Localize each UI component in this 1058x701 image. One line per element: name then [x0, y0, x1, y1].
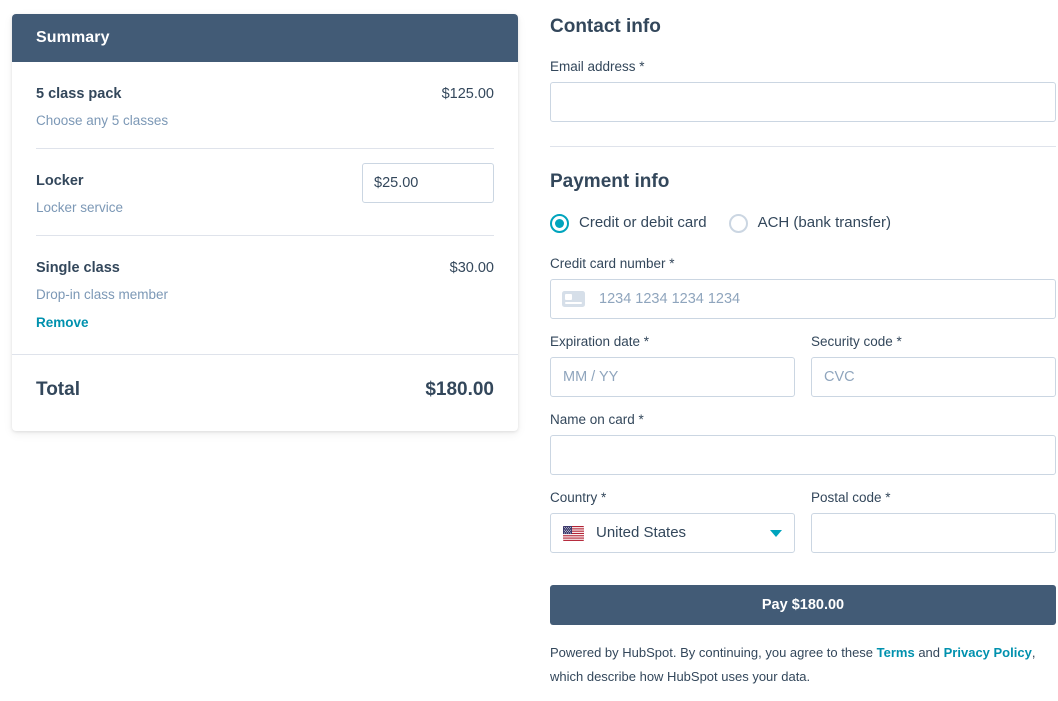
- name-on-card-input[interactable]: [550, 435, 1056, 475]
- radio-unselected-icon[interactable]: [728, 213, 748, 233]
- security-code-label: Security code *: [811, 334, 902, 349]
- contact-info-title: Contact info: [550, 16, 661, 37]
- line-item-name: Locker: [36, 173, 84, 189]
- country-postal-row: Country * United States Postal code *: [550, 489, 1056, 553]
- line-item-main-row: Locker Locker service: [36, 163, 494, 217]
- order-summary-card: Summary 5 class pack $125.00 Choose any …: [12, 14, 518, 431]
- postal-code-field-block: Postal code *: [811, 489, 1056, 553]
- payment-method-radio-group: Credit or debit card ACH (bank transfer): [550, 213, 1056, 233]
- country-select-wrap: United States: [550, 513, 795, 553]
- summary-total-row: Total $180.00: [12, 355, 518, 431]
- line-item-main-row: Single class $30.00: [36, 258, 494, 278]
- card-number-label: Credit card number *: [550, 256, 675, 271]
- payment-method-label: Credit or debit card: [579, 214, 707, 231]
- checkout-form-column: Contact info Email address * Payment inf…: [550, 14, 1056, 689]
- expiry-security-row: Expiration date * Security code *: [550, 333, 1056, 397]
- summary-line-item: Single class $30.00 Drop-in class member…: [36, 236, 494, 354]
- expiration-label: Expiration date *: [550, 334, 650, 349]
- country-select[interactable]: United States: [550, 513, 795, 553]
- postal-code-input[interactable]: [811, 513, 1056, 553]
- summary-card-header: Summary: [12, 14, 518, 62]
- radio-selected-icon[interactable]: [550, 213, 569, 233]
- summary-line-items: 5 class pack $125.00 Choose any 5 classe…: [12, 62, 518, 354]
- payment-method-ach[interactable]: ACH (bank transfer): [728, 213, 891, 233]
- legal-footer: Powered by HubSpot. By continuing, you a…: [550, 641, 1042, 689]
- card-chip-shape: [565, 294, 572, 300]
- line-item-description: Drop-in class member: [36, 287, 169, 302]
- line-item-description: Choose any 5 classes: [36, 113, 169, 128]
- pay-button[interactable]: Pay $180.00: [550, 585, 1056, 625]
- name-on-card-field-block: Name on card *: [550, 411, 1056, 475]
- email-field-block: Email address *: [550, 58, 1056, 122]
- us-flag-icon: [563, 525, 584, 541]
- postal-code-label: Postal code *: [811, 490, 891, 505]
- security-code-input[interactable]: [811, 357, 1056, 397]
- line-item-price: $125.00: [441, 86, 494, 102]
- credit-card-icon: [562, 291, 585, 307]
- line-item-name: Single class: [36, 260, 120, 276]
- expiration-input[interactable]: [550, 357, 795, 397]
- country-selected-value: United States: [596, 524, 687, 541]
- terms-link[interactable]: Terms: [877, 645, 915, 660]
- total-value: $180.00: [425, 379, 494, 400]
- summary-line-item: Locker Locker service: [36, 149, 494, 236]
- remove-item-link[interactable]: Remove: [36, 315, 89, 330]
- email-label: Email address *: [550, 59, 645, 74]
- country-label: Country *: [550, 490, 607, 505]
- email-input[interactable]: [550, 82, 1056, 122]
- card-number-field-block: Credit card number *: [550, 255, 1056, 319]
- card-number-input[interactable]: [550, 279, 1056, 319]
- payment-method-credit-card[interactable]: Credit or debit card: [550, 213, 707, 233]
- chevron-down-icon[interactable]: [770, 529, 782, 537]
- card-stripe-shape: [565, 302, 582, 304]
- summary-title: Summary: [36, 29, 110, 46]
- expiration-field-block: Expiration date *: [550, 333, 795, 397]
- line-item-description: Locker service: [36, 200, 124, 215]
- security-code-field-block: Security code *: [811, 333, 1056, 397]
- payment-method-label: ACH (bank transfer): [757, 214, 891, 231]
- line-item-main-row: 5 class pack $125.00: [36, 84, 494, 104]
- section-divider: [550, 146, 1056, 147]
- total-label: Total: [36, 379, 80, 400]
- country-field-block: Country * United States: [550, 489, 795, 553]
- footer-text-middle: and: [914, 645, 944, 660]
- privacy-policy-link[interactable]: Privacy Policy: [944, 645, 1032, 660]
- name-on-card-label: Name on card *: [550, 412, 644, 427]
- line-item-price: $30.00: [449, 260, 494, 276]
- payment-info-title: Payment info: [550, 171, 670, 192]
- locker-amount-input[interactable]: [362, 163, 494, 203]
- card-number-input-wrap: [550, 279, 1056, 319]
- footer-text-before: Powered by HubSpot. By continuing, you a…: [550, 645, 877, 660]
- summary-line-item: 5 class pack $125.00 Choose any 5 classe…: [36, 62, 494, 149]
- checkout-page: Summary 5 class pack $125.00 Choose any …: [0, 0, 1058, 701]
- line-item-name: 5 class pack: [36, 86, 122, 102]
